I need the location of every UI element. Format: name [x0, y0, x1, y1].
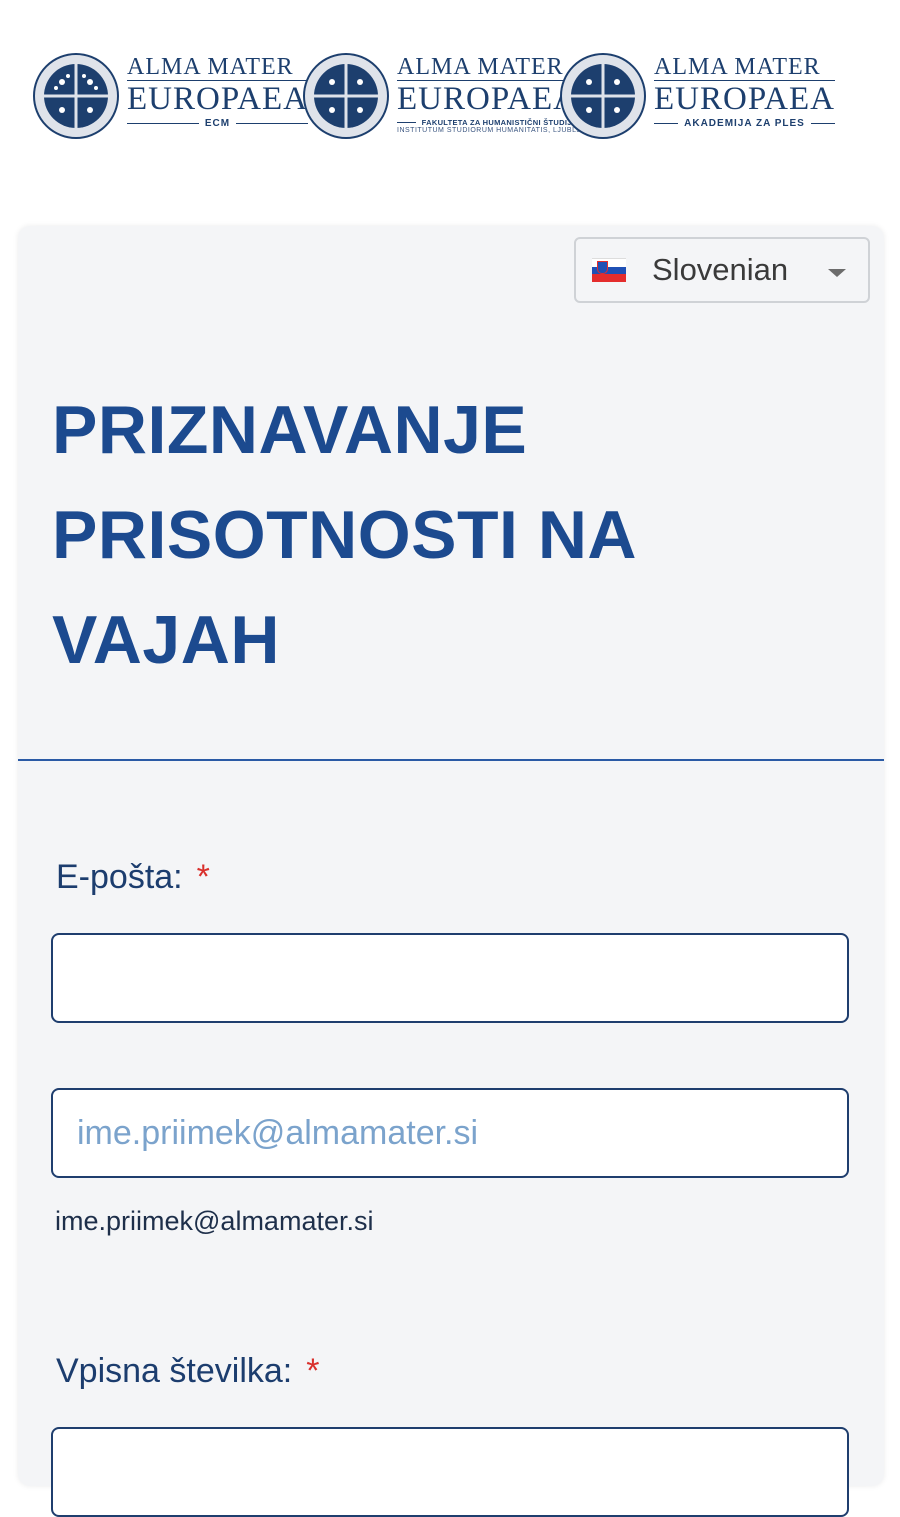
logo-fhs[interactable]: ALMA MATER EUROPAEA FAKULTETA ZA HUMANIS… [300, 48, 597, 144]
form-title: PRIZNAVANJE PRISOTNOSTI NA VAJAH [52, 392, 635, 678]
form-card: Slovenian PRIZNAVANJE PRISOTNOSTI NA VAJ… [18, 226, 884, 1517]
header-logos: ALMA MATER EUROPAEA ECM ALMA MATER EUROP… [30, 48, 870, 148]
wordmark-sub: ECM [127, 118, 308, 129]
wordmark: ALMA MATER EUROPAEA AKADEMIJA ZA PLES [654, 54, 835, 129]
title-divider [18, 759, 884, 761]
vpisna-stevilka-field[interactable] [51, 1427, 849, 1517]
slovenia-flag-icon [592, 258, 626, 283]
required-mark: * [306, 1352, 320, 1390]
email-confirm-field[interactable] [51, 1088, 849, 1178]
seal-icon [33, 53, 119, 139]
language-select-value: Slovenian [652, 252, 789, 287]
chevron-down-icon [828, 269, 846, 277]
wordmark-sub: AKADEMIJA ZA PLES [654, 118, 835, 129]
email-field[interactable] [51, 933, 849, 1023]
wordmark-main: EUROPAEA [654, 80, 835, 117]
wordmark-top: ALMA MATER [654, 54, 821, 80]
wordmark-top: ALMA MATER [127, 54, 294, 80]
required-mark: * [196, 858, 210, 896]
email-hint: ime.priimek@almamater.si [55, 1206, 374, 1236]
logo-ecm[interactable]: ALMA MATER EUROPAEA ECM [30, 48, 308, 144]
language-select[interactable]: Slovenian [574, 237, 870, 303]
wordmark-main: EUROPAEA [127, 80, 308, 117]
seal-icon [303, 53, 389, 139]
wordmark: ALMA MATER EUROPAEA ECM [127, 54, 308, 129]
vpisna-stevilka-label: Vpisna številka: * [56, 1352, 320, 1390]
email-label: E-pošta: * [56, 858, 210, 896]
logo-akademija-za-ples[interactable]: ALMA MATER EUROPAEA AKADEMIJA ZA PLES [557, 48, 857, 144]
seal-icon [560, 53, 646, 139]
